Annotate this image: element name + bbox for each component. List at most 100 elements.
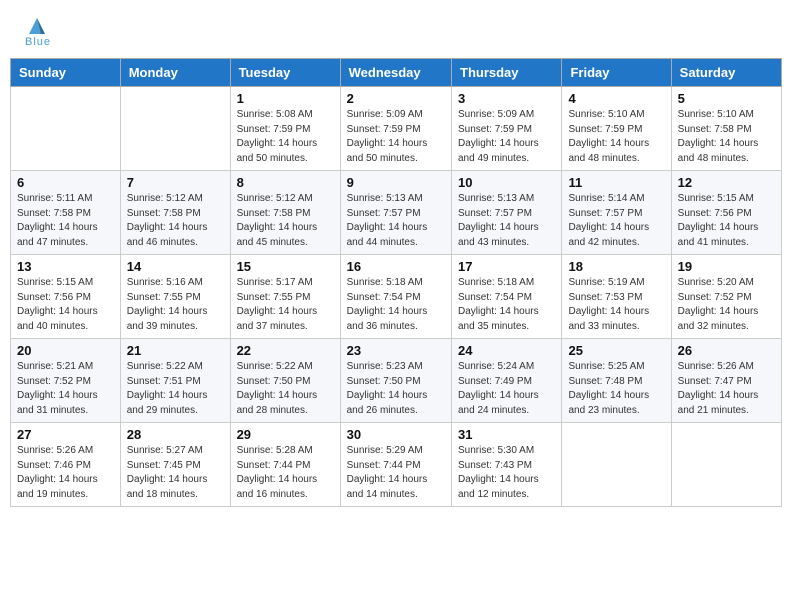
day-number: 20 <box>17 343 114 358</box>
day-number: 26 <box>678 343 775 358</box>
day-header-friday: Friday <box>562 59 671 87</box>
calendar-cell: 28 Sunrise: 5:27 AM Sunset: 7:45 PM Dayli… <box>120 423 230 507</box>
cell-info: Sunrise: 5:27 AM Sunset: 7:45 PM Dayligh… <box>127 444 224 502</box>
day-number: 29 <box>237 427 334 442</box>
cell-info: Sunrise: 5:20 AM Sunset: 7:52 PM Dayligh… <box>678 276 775 334</box>
day-number: 18 <box>568 259 664 274</box>
logo-icon <box>27 16 47 36</box>
cell-info: Sunrise: 5:13 AM Sunset: 7:57 PM Dayligh… <box>347 192 445 250</box>
calendar-cell: 20 Sunrise: 5:21 AM Sunset: 7:52 PM Dayli… <box>11 339 121 423</box>
calendar-cell: 11 Sunrise: 5:14 AM Sunset: 7:57 PM Dayli… <box>562 171 671 255</box>
cell-info: Sunrise: 5:21 AM Sunset: 7:52 PM Dayligh… <box>17 360 114 418</box>
calendar-cell: 19 Sunrise: 5:20 AM Sunset: 7:52 PM Dayli… <box>671 255 781 339</box>
cell-info: Sunrise: 5:23 AM Sunset: 7:50 PM Dayligh… <box>347 360 445 418</box>
day-number: 12 <box>678 175 775 190</box>
calendar-cell: 18 Sunrise: 5:19 AM Sunset: 7:53 PM Dayli… <box>562 255 671 339</box>
day-number: 21 <box>127 343 224 358</box>
calendar-week-row: 13 Sunrise: 5:15 AM Sunset: 7:56 PM Dayli… <box>11 255 782 339</box>
day-header-wednesday: Wednesday <box>340 59 451 87</box>
calendar-cell: 16Sunrise: 5:18 AM Sunset: 7:54 PM Dayli… <box>340 255 451 339</box>
cell-info: Sunrise: 5:24 AM Sunset: 7:49 PM Dayligh… <box>458 360 555 418</box>
cell-info: Sunrise: 5:25 AM Sunset: 7:48 PM Dayligh… <box>568 360 664 418</box>
calendar-cell: 13 Sunrise: 5:15 AM Sunset: 7:56 PM Dayli… <box>11 255 121 339</box>
day-number: 6 <box>17 175 114 190</box>
calendar-week-row: 20 Sunrise: 5:21 AM Sunset: 7:52 PM Dayli… <box>11 339 782 423</box>
calendar-header-row: SundayMondayTuesdayWednesdayThursdayFrid… <box>11 59 782 87</box>
day-number: 22 <box>237 343 334 358</box>
cell-info: Sunrise: 5:14 AM Sunset: 7:57 PM Dayligh… <box>568 192 664 250</box>
day-header-sunday: Sunday <box>11 59 121 87</box>
day-number: 17 <box>458 259 555 274</box>
cell-info: Sunrise: 5:22 AM Sunset: 7:51 PM Dayligh… <box>127 360 224 418</box>
calendar-cell: 5Sunrise: 5:10 AM Sunset: 7:58 PM Daylig… <box>671 87 781 171</box>
calendar-cell: 8 Sunrise: 5:12 AM Sunset: 7:58 PM Daylig… <box>230 171 340 255</box>
day-number: 13 <box>17 259 114 274</box>
logo: Blue <box>25 20 51 48</box>
day-number: 4 <box>568 91 664 106</box>
day-number: 3 <box>458 91 555 106</box>
calendar-week-row: 1Sunrise: 5:08 AM Sunset: 7:59 PM Daylig… <box>11 87 782 171</box>
cell-info: Sunrise: 5:18 AM Sunset: 7:54 PM Dayligh… <box>458 276 555 334</box>
cell-info: Sunrise: 5:09 AM Sunset: 7:59 PM Dayligh… <box>347 108 445 166</box>
calendar-week-row: 27 Sunrise: 5:26 AM Sunset: 7:46 PM Dayli… <box>11 423 782 507</box>
cell-info: Sunrise: 5:30 AM Sunset: 7:43 PM Dayligh… <box>458 444 555 502</box>
calendar-cell: 26 Sunrise: 5:26 AM Sunset: 7:47 PM Dayli… <box>671 339 781 423</box>
calendar-cell: 27 Sunrise: 5:26 AM Sunset: 7:46 PM Dayli… <box>11 423 121 507</box>
day-number: 25 <box>568 343 664 358</box>
calendar-week-row: 6Sunrise: 5:11 AM Sunset: 7:58 PM Daylig… <box>11 171 782 255</box>
cell-info: Sunrise: 5:08 AM Sunset: 7:59 PM Dayligh… <box>237 108 334 166</box>
cell-info: Sunrise: 5:19 AM Sunset: 7:53 PM Dayligh… <box>568 276 664 334</box>
day-header-tuesday: Tuesday <box>230 59 340 87</box>
day-number: 28 <box>127 427 224 442</box>
day-number: 5 <box>678 91 775 106</box>
calendar-cell: 10 Sunrise: 5:13 AM Sunset: 7:57 PM Dayli… <box>452 171 562 255</box>
day-number: 30 <box>347 427 445 442</box>
calendar-cell: 22 Sunrise: 5:22 AM Sunset: 7:50 PM Dayli… <box>230 339 340 423</box>
calendar-cell <box>120 87 230 171</box>
cell-info: Sunrise: 5:12 AM Sunset: 7:58 PM Dayligh… <box>127 192 224 250</box>
cell-info: Sunrise: 5:16 AM Sunset: 7:55 PM Dayligh… <box>127 276 224 334</box>
cell-info: Sunrise: 5:28 AM Sunset: 7:44 PM Dayligh… <box>237 444 334 502</box>
day-number: 7 <box>127 175 224 190</box>
calendar-cell: 31 Sunrise: 5:30 AM Sunset: 7:43 PM Dayli… <box>452 423 562 507</box>
calendar-cell: 7 Sunrise: 5:12 AM Sunset: 7:58 PM Daylig… <box>120 171 230 255</box>
cell-info: Sunrise: 5:15 AM Sunset: 7:56 PM Dayligh… <box>678 192 775 250</box>
day-number: 24 <box>458 343 555 358</box>
day-number: 8 <box>237 175 334 190</box>
calendar-cell: 23 Sunrise: 5:23 AM Sunset: 7:50 PM Dayli… <box>340 339 451 423</box>
day-header-saturday: Saturday <box>671 59 781 87</box>
calendar-cell: 6Sunrise: 5:11 AM Sunset: 7:58 PM Daylig… <box>11 171 121 255</box>
calendar-cell <box>562 423 671 507</box>
day-number: 23 <box>347 343 445 358</box>
day-number: 11 <box>568 175 664 190</box>
cell-info: Sunrise: 5:22 AM Sunset: 7:50 PM Dayligh… <box>237 360 334 418</box>
calendar-cell <box>11 87 121 171</box>
day-number: 9 <box>347 175 445 190</box>
cell-info: Sunrise: 5:29 AM Sunset: 7:44 PM Dayligh… <box>347 444 445 502</box>
day-number: 31 <box>458 427 555 442</box>
day-number: 14 <box>127 259 224 274</box>
cell-info: Sunrise: 5:15 AM Sunset: 7:56 PM Dayligh… <box>17 276 114 334</box>
calendar-cell: 17 Sunrise: 5:18 AM Sunset: 7:54 PM Dayli… <box>452 255 562 339</box>
day-number: 27 <box>17 427 114 442</box>
day-number: 15 <box>237 259 334 274</box>
calendar-cell: 14 Sunrise: 5:16 AM Sunset: 7:55 PM Dayli… <box>120 255 230 339</box>
cell-info: Sunrise: 5:26 AM Sunset: 7:47 PM Dayligh… <box>678 360 775 418</box>
calendar-cell: 2 Sunrise: 5:09 AM Sunset: 7:59 PM Daylig… <box>340 87 451 171</box>
calendar-cell: 29 Sunrise: 5:28 AM Sunset: 7:44 PM Dayli… <box>230 423 340 507</box>
cell-info: Sunrise: 5:12 AM Sunset: 7:58 PM Dayligh… <box>237 192 334 250</box>
calendar-cell: 15Sunrise: 5:17 AM Sunset: 7:55 PM Dayli… <box>230 255 340 339</box>
day-number: 10 <box>458 175 555 190</box>
cell-info: Sunrise: 5:09 AM Sunset: 7:59 PM Dayligh… <box>458 108 555 166</box>
calendar-cell: 3 Sunrise: 5:09 AM Sunset: 7:59 PM Daylig… <box>452 87 562 171</box>
calendar-cell: 24 Sunrise: 5:24 AM Sunset: 7:49 PM Dayli… <box>452 339 562 423</box>
logo-tagline: Blue <box>25 36 51 48</box>
calendar-cell: 25 Sunrise: 5:25 AM Sunset: 7:48 PM Dayli… <box>562 339 671 423</box>
calendar-cell: 9 Sunrise: 5:13 AM Sunset: 7:57 PM Daylig… <box>340 171 451 255</box>
cell-info: Sunrise: 5:26 AM Sunset: 7:46 PM Dayligh… <box>17 444 114 502</box>
day-number: 16 <box>347 259 445 274</box>
day-number: 19 <box>678 259 775 274</box>
cell-info: Sunrise: 5:13 AM Sunset: 7:57 PM Dayligh… <box>458 192 555 250</box>
day-number: 2 <box>347 91 445 106</box>
page-header: Blue <box>10 10 782 53</box>
